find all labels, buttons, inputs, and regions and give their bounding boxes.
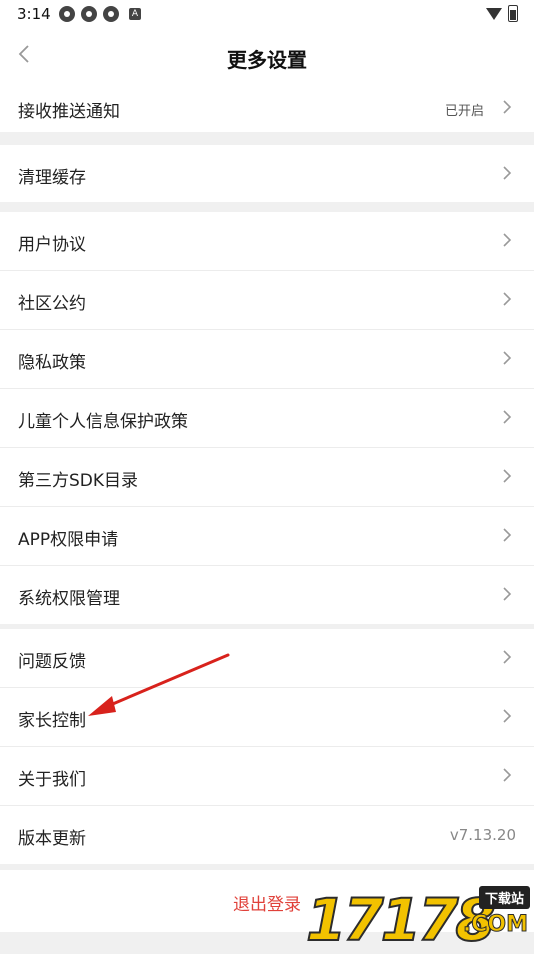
battery-icon — [508, 5, 518, 22]
row-label: 问题反馈 — [18, 652, 86, 672]
notification-app-icon — [81, 6, 97, 22]
row-label: 社区公约 — [18, 294, 86, 314]
chevron-right-icon — [503, 233, 512, 247]
chevron-right-icon — [503, 709, 512, 723]
row-label: 版本更新 — [18, 829, 86, 849]
row-child-privacy-policy[interactable]: 儿童个人信息保护政策 — [0, 389, 534, 448]
row-label: 关于我们 — [18, 770, 86, 790]
settings-group-cache: 清理缓存 — [0, 145, 534, 202]
row-community-guidelines[interactable]: 社区公约 — [0, 271, 534, 330]
watermark-tag: 下载站 — [478, 886, 530, 909]
row-label: 第三方SDK目录 — [18, 471, 139, 491]
row-label: 儿童个人信息保护政策 — [18, 412, 188, 432]
row-label: 隐私政策 — [18, 353, 86, 373]
chevron-right-icon — [503, 587, 512, 601]
chevron-right-icon — [503, 351, 512, 365]
version-value: v7.13.20 — [449, 826, 516, 844]
row-label: 用户协议 — [18, 235, 86, 255]
page-title: 更多设置 — [227, 48, 307, 72]
row-third-party-sdk[interactable]: 第三方SDK目录 — [0, 448, 534, 507]
watermark-box: 下载站 .COM — [462, 884, 530, 948]
row-app-permissions[interactable]: APP权限申请 — [0, 507, 534, 566]
chevron-right-icon — [503, 100, 512, 114]
chevron-right-icon — [503, 166, 512, 180]
notification-app-icon — [59, 6, 75, 22]
chevron-right-icon — [503, 410, 512, 424]
chevron-right-icon — [503, 650, 512, 664]
row-label: 家长控制 — [18, 711, 86, 731]
row-user-agreement[interactable]: 用户协议 — [0, 212, 534, 271]
row-label: APP权限申请 — [18, 530, 119, 550]
row-label: 接收推送通知 — [18, 102, 120, 122]
settings-group-about: 问题反馈 家长控制 关于我们 版本更新 v7.13.20 — [0, 629, 534, 864]
app-header: 更多设置 — [0, 28, 534, 84]
row-value: 已开启 — [444, 104, 484, 119]
row-parental-control[interactable]: 家长控制 — [0, 688, 534, 747]
row-label: 清理缓存 — [18, 168, 86, 188]
watermark-logo: 17178 下载站 .COM — [305, 884, 530, 950]
notification-a-icon: A — [129, 8, 141, 20]
row-push-notifications[interactable]: 接收推送通知 已开启 — [0, 84, 534, 132]
chevron-right-icon — [503, 768, 512, 782]
chevron-right-icon — [503, 528, 512, 542]
row-version-update[interactable]: 版本更新 v7.13.20 — [0, 806, 534, 864]
row-label: 系统权限管理 — [18, 589, 120, 609]
notification-app-icon — [103, 6, 119, 22]
row-feedback[interactable]: 问题反馈 — [0, 629, 534, 688]
row-clear-cache[interactable]: 清理缓存 — [0, 145, 534, 202]
chevron-right-icon — [503, 469, 512, 483]
chevron-right-icon — [503, 292, 512, 306]
row-about-us[interactable]: 关于我们 — [0, 747, 534, 806]
row-system-permissions[interactable]: 系统权限管理 — [0, 566, 534, 624]
status-bar: 3:14 A — [0, 0, 534, 28]
row-privacy-policy[interactable]: 隐私政策 — [0, 330, 534, 389]
wifi-icon — [486, 7, 502, 20]
settings-group-policies: 用户协议 社区公约 隐私政策 儿童个人信息保护政策 第三方SDK目录 APP权限… — [0, 212, 534, 624]
status-right — [486, 5, 518, 22]
settings-group-notifications: 接收推送通知 已开启 — [0, 84, 534, 132]
notification-icons: A — [59, 6, 141, 22]
watermark-com: .COM — [462, 912, 528, 938]
status-time: 3:14 — [17, 5, 51, 23]
